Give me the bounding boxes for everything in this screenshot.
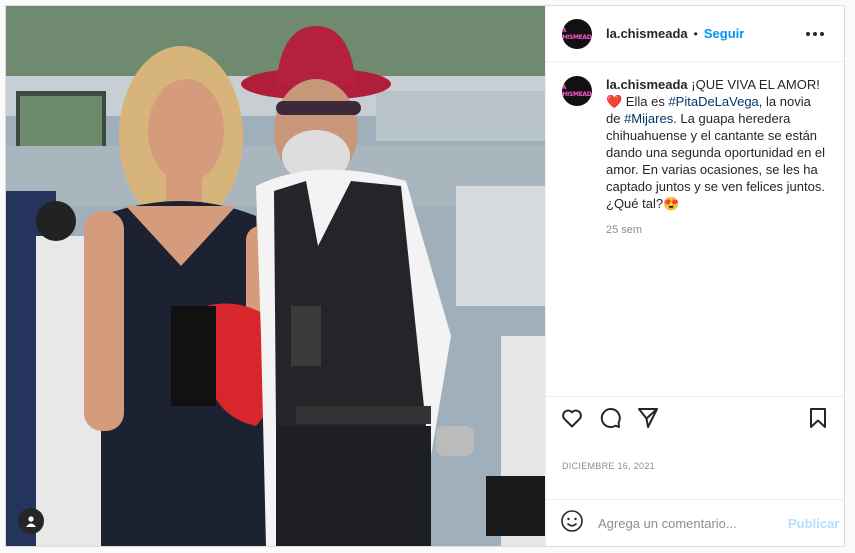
caption-section: LA CHISMEADA la.chismeada ¡QUE VIVA EL A… — [546, 62, 844, 396]
bookmark-icon[interactable] — [806, 406, 830, 435]
action-bar — [546, 396, 844, 444]
separator-dot: • — [693, 26, 698, 41]
post-date-text[interactable]: DICIEMBRE 16, 2021 — [562, 461, 655, 471]
publish-button[interactable]: Publicar — [788, 516, 839, 531]
caption-part: . La guapa heredera chihuahuense y el ca… — [606, 111, 826, 211]
caption-text: la.chismeada ¡QUE VIVA EL AMOR! ❤️ Ella e… — [606, 76, 828, 212]
comment-icon[interactable] — [598, 406, 622, 435]
hashtag-link[interactable]: #Mijares — [624, 111, 673, 126]
instagram-post: LA CHISMEADA la.chismeada • Seguir LA CH… — [5, 5, 845, 547]
caption-part: ¡QUE VIVA EL AMOR! — [687, 77, 820, 92]
user-tag-icon[interactable] — [18, 508, 44, 534]
post-sidebar: LA CHISMEADA la.chismeada • Seguir LA CH… — [545, 6, 844, 546]
caption-part: Ella es — [622, 94, 669, 109]
caption-avatar[interactable]: LA CHISMEADA — [562, 76, 592, 106]
send-icon[interactable] — [636, 406, 660, 435]
more-icon[interactable] — [802, 28, 828, 40]
emoji-icon[interactable] — [560, 509, 584, 538]
post-age[interactable]: 25 sem — [606, 224, 828, 236]
hashtag-link[interactable]: #PitaDeLaVega — [668, 94, 758, 109]
comment-bar: Publicar — [546, 500, 844, 546]
follow-button[interactable]: Seguir — [704, 26, 744, 41]
caption-username[interactable]: la.chismeada — [606, 77, 688, 92]
heart-emoji: ❤️ — [606, 94, 623, 109]
post-photo[interactable] — [6, 6, 545, 546]
heart-icon[interactable] — [560, 406, 584, 435]
heart-eyes-emoji: 😍 — [663, 196, 680, 211]
photo-illustration — [6, 6, 545, 546]
avatar-logo-text: LA CHISMEADA — [562, 84, 592, 98]
comment-input[interactable] — [598, 515, 774, 531]
username-link[interactable]: la.chismeada — [606, 26, 688, 41]
post-date: DICIEMBRE 16, 2021 — [546, 444, 844, 500]
caption-block: la.chismeada ¡QUE VIVA EL AMOR! ❤️ Ella e… — [606, 76, 828, 382]
avatar-logo-text: LA CHISMEADA — [562, 26, 592, 41]
post-header: LA CHISMEADA la.chismeada • Seguir — [546, 6, 844, 62]
avatar[interactable]: LA CHISMEADA — [562, 18, 592, 49]
